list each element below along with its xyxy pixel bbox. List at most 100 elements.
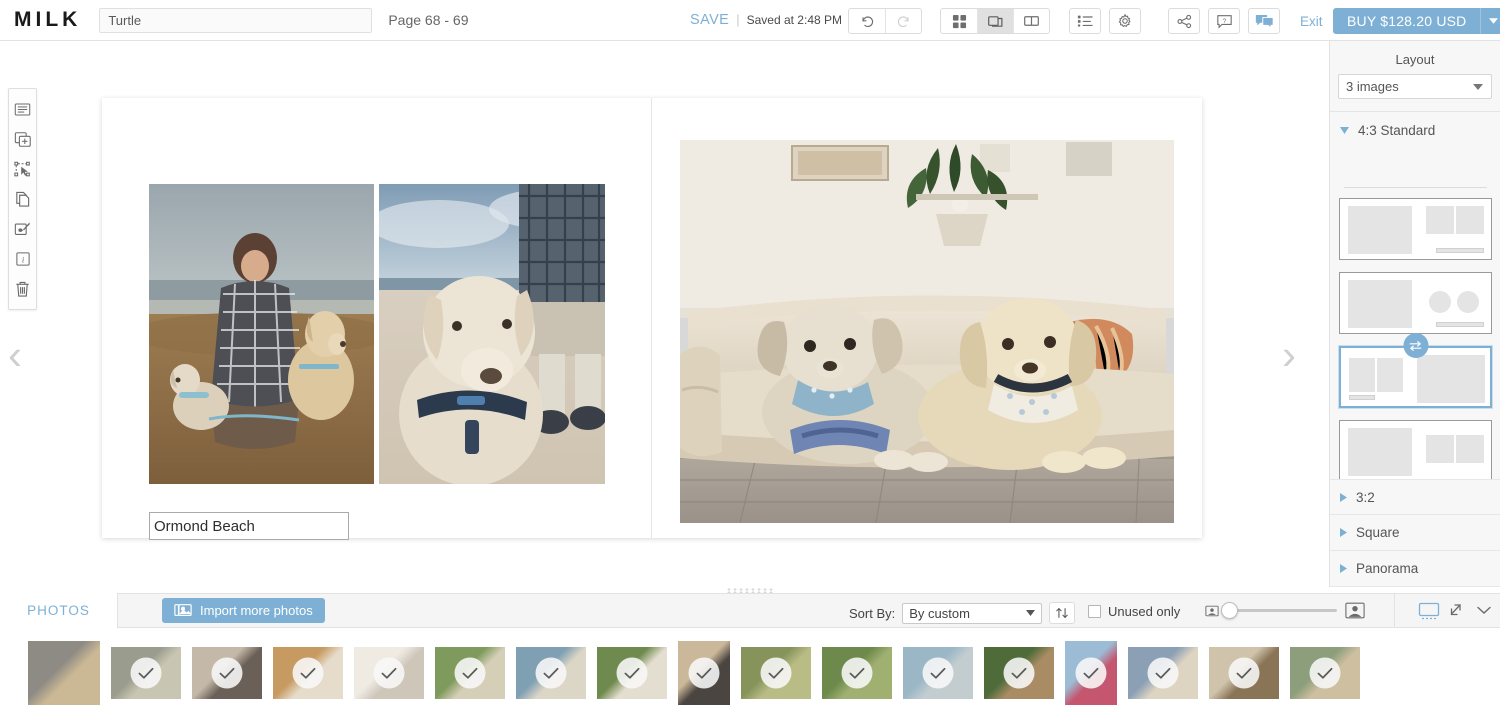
layout-thumb-3[interactable] xyxy=(1338,333,1493,409)
page-left[interactable]: Ormond Beach xyxy=(102,98,652,540)
photo-thumb-11[interactable] xyxy=(822,647,892,699)
thumbnail-image xyxy=(28,641,100,705)
delete-tool-icon[interactable] xyxy=(9,275,36,303)
chat-icon[interactable] xyxy=(1248,8,1280,34)
copy-tool-icon[interactable] xyxy=(9,185,36,213)
photo-thumb-17[interactable] xyxy=(1290,647,1360,699)
redo-button[interactable] xyxy=(885,9,921,33)
info-tool-icon[interactable]: i xyxy=(9,245,36,273)
view-mode-spread[interactable] xyxy=(1013,9,1049,33)
small-thumbnail-icon[interactable] xyxy=(1205,605,1219,617)
share-group: ? xyxy=(1168,8,1280,34)
photo-thumb-6[interactable] xyxy=(435,647,505,699)
layout-group-label: Square xyxy=(1356,525,1400,540)
photo-thumb-12[interactable] xyxy=(903,647,973,699)
check-icon[interactable] xyxy=(535,657,567,689)
page-list-button[interactable] xyxy=(1069,8,1101,34)
checkbox-box[interactable] xyxy=(1088,605,1101,618)
check-icon[interactable] xyxy=(760,657,792,689)
photo-two-dogs-couch[interactable] xyxy=(680,140,1174,523)
add-page-tool-icon[interactable] xyxy=(9,125,36,153)
photo-thumb-4[interactable] xyxy=(273,647,343,699)
view-mode-single[interactable] xyxy=(977,9,1013,33)
layout-group-square[interactable]: Square xyxy=(1330,515,1500,551)
photo-thumb-8[interactable] xyxy=(597,647,667,699)
check-icon[interactable] xyxy=(1147,657,1179,689)
layout-thumbnail-list[interactable] xyxy=(1330,187,1500,527)
check-icon[interactable] xyxy=(1228,657,1260,689)
import-photos-button[interactable]: Import more photos xyxy=(162,598,325,623)
layout-thumb-2[interactable] xyxy=(1339,272,1492,334)
photo-dog-harness-beach[interactable] xyxy=(379,184,605,484)
exit-button[interactable]: Exit xyxy=(1300,14,1323,29)
buy-dropdown-caret[interactable] xyxy=(1480,8,1500,34)
check-icon[interactable] xyxy=(454,657,486,689)
unused-only-checkbox[interactable]: Unused only xyxy=(1088,604,1180,619)
photo-thumb-15[interactable] xyxy=(1128,647,1198,699)
photo-thumb-16[interactable] xyxy=(1209,647,1279,699)
gear-icon[interactable] xyxy=(1109,8,1141,34)
triangle-right-icon xyxy=(1340,528,1347,537)
photo-filmstrip[interactable] xyxy=(0,628,1500,718)
view-mode-grid[interactable] xyxy=(941,9,977,33)
check-icon[interactable] xyxy=(373,657,405,689)
photo-thumb-13[interactable] xyxy=(984,647,1054,699)
check-icon[interactable] xyxy=(292,657,324,689)
check-icon[interactable] xyxy=(1003,657,1035,689)
thumb-list-separator xyxy=(1344,187,1487,188)
check-icon[interactable] xyxy=(922,657,954,689)
tab-photos[interactable]: PHOTOS xyxy=(0,593,118,628)
large-thumbnail-icon[interactable] xyxy=(1345,602,1365,619)
check-icon[interactable] xyxy=(130,657,162,689)
style-tool-icon[interactable] xyxy=(9,215,36,243)
share-icon[interactable] xyxy=(1168,8,1200,34)
photo-thumb-1[interactable] xyxy=(28,641,100,705)
layout-thumb-4[interactable] xyxy=(1339,420,1492,482)
app-header: MILK Page 68 - 69 SAVE | Saved at 2:48 P… xyxy=(0,0,1500,41)
page-right[interactable] xyxy=(652,98,1202,538)
expand-panel-icon[interactable] xyxy=(1446,602,1468,622)
swap-sides-badge[interactable] xyxy=(1403,333,1428,358)
layout-group-3-2[interactable]: 3:2 xyxy=(1330,479,1500,515)
brand-logo: MILK xyxy=(14,8,82,31)
screen-view-icon[interactable] xyxy=(1418,602,1440,622)
slider-knob[interactable] xyxy=(1221,602,1238,619)
photo-thumb-10[interactable] xyxy=(741,647,811,699)
save-button[interactable]: SAVE xyxy=(690,12,729,28)
layout-thumb-1[interactable] xyxy=(1339,198,1492,260)
check-icon[interactable] xyxy=(841,657,873,689)
grip-dots-icon xyxy=(726,587,774,593)
view-mode-group xyxy=(940,8,1050,34)
photo-thumb-5[interactable] xyxy=(354,647,424,699)
collapse-panel-icon[interactable] xyxy=(1474,602,1496,622)
check-icon[interactable] xyxy=(688,657,720,689)
previous-spread-arrow[interactable]: ‹ xyxy=(0,331,30,378)
caption-text-field[interactable]: Ormond Beach xyxy=(149,512,349,540)
layout-group-panorama[interactable]: Panorama xyxy=(1330,551,1500,587)
photo-thumb-7[interactable] xyxy=(516,647,586,699)
triangle-right-icon xyxy=(1340,564,1347,573)
undo-button[interactable] xyxy=(849,9,885,33)
layout-image-count-select[interactable]: 3 images xyxy=(1338,74,1492,99)
check-icon[interactable] xyxy=(211,657,243,689)
check-icon[interactable] xyxy=(1309,657,1341,689)
buy-group: BUY $128.20 USD xyxy=(1333,8,1500,34)
photo-beach-woman-dogs[interactable] xyxy=(149,184,374,484)
sort-by-select[interactable]: By custom xyxy=(902,602,1043,624)
select-tool-icon[interactable] xyxy=(9,155,36,183)
text-tool-icon[interactable] xyxy=(9,95,36,123)
thumbnail-size-slider xyxy=(1205,602,1365,619)
check-icon[interactable] xyxy=(1075,657,1107,689)
sort-direction-button[interactable] xyxy=(1049,602,1076,624)
book-title-input[interactable] xyxy=(99,7,373,33)
buy-button[interactable]: BUY $128.20 USD xyxy=(1333,8,1481,34)
photo-thumb-3[interactable] xyxy=(192,647,262,699)
layout-group-4-3-standard[interactable]: 4:3 Standard xyxy=(1330,112,1500,148)
photo-thumb-9[interactable] xyxy=(678,641,730,705)
check-icon[interactable] xyxy=(616,657,648,689)
photo-thumb-14[interactable] xyxy=(1065,641,1117,705)
slider-track[interactable] xyxy=(1221,602,1337,619)
photo-thumb-2[interactable] xyxy=(111,647,181,699)
next-spread-arrow[interactable]: › xyxy=(1274,331,1304,378)
help-icon[interactable]: ? xyxy=(1208,8,1240,34)
